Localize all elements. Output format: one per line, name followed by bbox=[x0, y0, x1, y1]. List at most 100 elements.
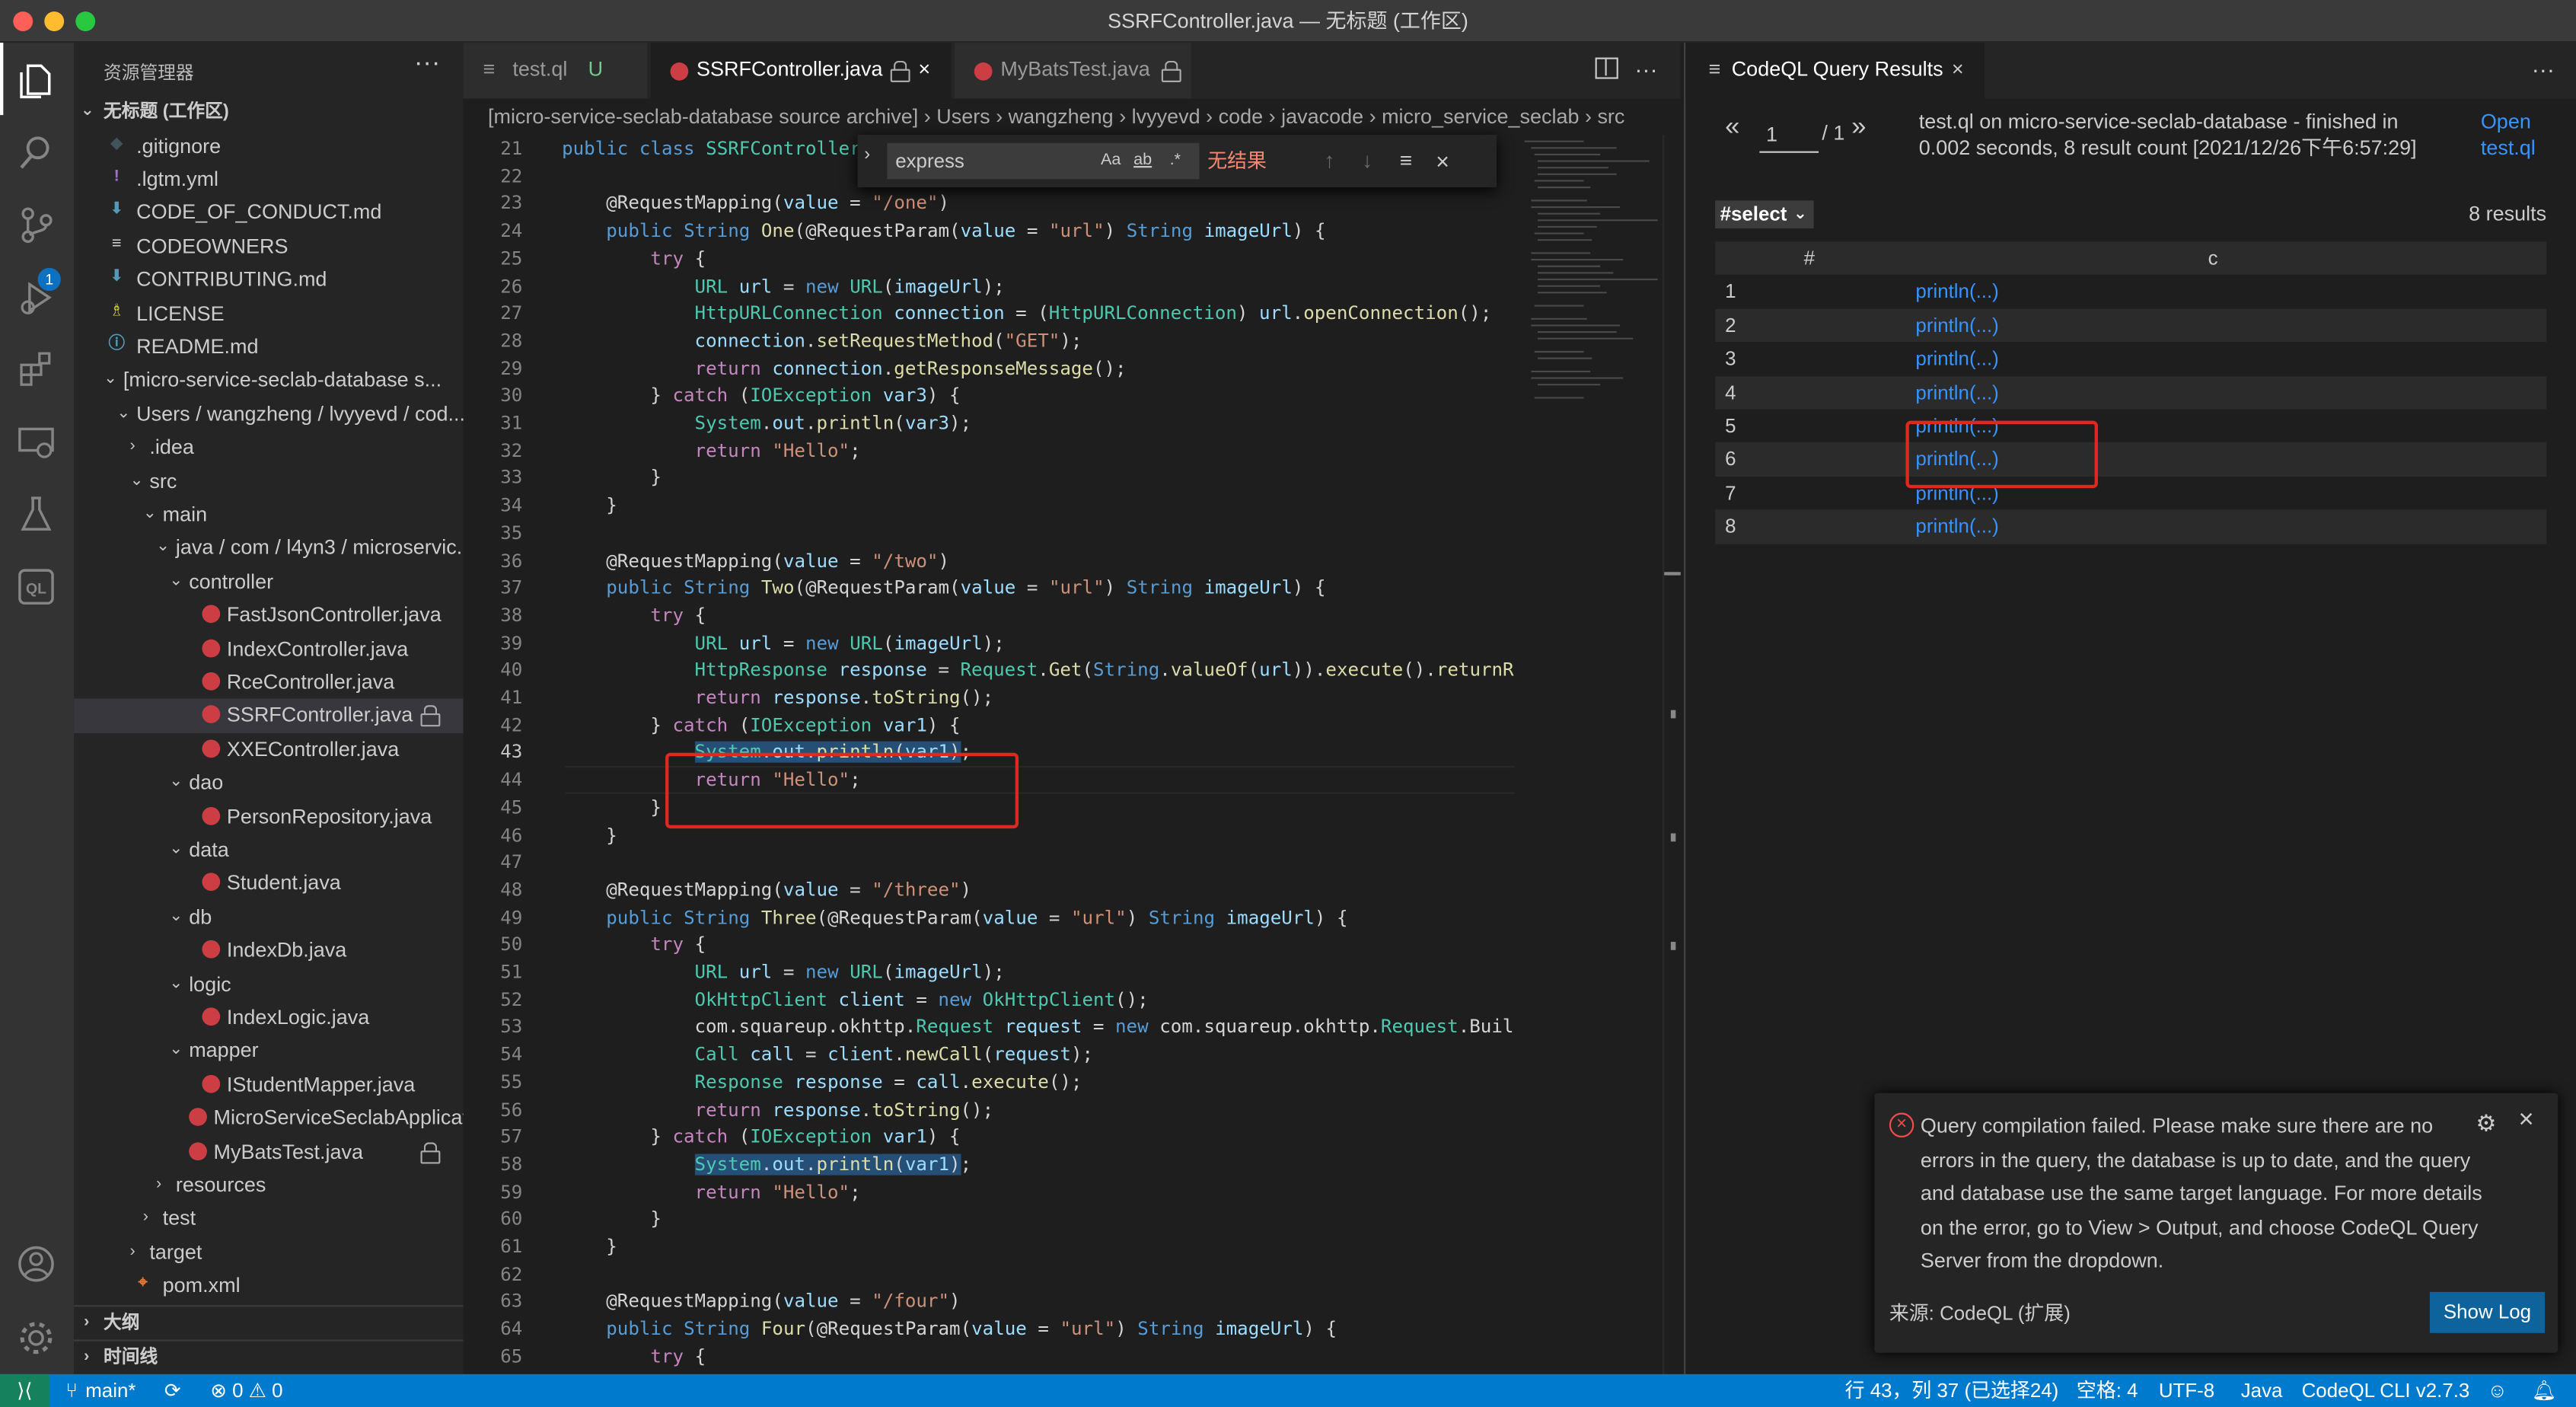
code-line[interactable]: } catch (IOException var1) { bbox=[562, 1125, 960, 1152]
code-line[interactable]: System.out.println(var1); bbox=[562, 1152, 971, 1179]
tree-item[interactable]: ⓘ README.md bbox=[74, 330, 463, 364]
code-line[interactable]: } bbox=[562, 795, 662, 822]
tree-item[interactable]: › target bbox=[74, 1236, 463, 1269]
next-match-icon[interactable]: ↓ bbox=[1362, 135, 1372, 187]
code-line[interactable]: public String One(@RequestParam(value = … bbox=[562, 219, 1325, 246]
code-line[interactable]: connection.setRequestMethod("GET"); bbox=[562, 329, 1082, 356]
more-actions-icon[interactable]: ··· bbox=[1634, 43, 1657, 95]
code-line[interactable]: return response.toString(); bbox=[562, 1097, 994, 1125]
code-line[interactable]: } bbox=[562, 493, 617, 521]
outline-section[interactable]: › 大纲 bbox=[74, 1305, 464, 1339]
code-line[interactable]: } bbox=[562, 1207, 662, 1234]
tree-item[interactable]: MyBatsTest.java bbox=[74, 1135, 463, 1169]
feedback-icon[interactable]: ☺ bbox=[2487, 1374, 2507, 1407]
code-line[interactable]: HttpURLConnection connection = (HttpURLC… bbox=[562, 301, 1492, 328]
tree-item[interactable]: ! .lgtm.yml bbox=[74, 162, 463, 196]
branch-name[interactable]: main* bbox=[85, 1374, 135, 1407]
code-line[interactable]: public String Three(@RequestParam(value … bbox=[562, 905, 1347, 933]
regex-toggle[interactable]: .* bbox=[1170, 143, 1181, 179]
encoding[interactable]: UTF-8 bbox=[2159, 1374, 2214, 1407]
cursor-position[interactable]: 行 43，列 37 (已选择24) bbox=[1845, 1374, 2059, 1407]
notification-settings-icon[interactable]: ⚙ bbox=[2476, 1109, 2496, 1137]
timeline-section[interactable]: › 时间线 bbox=[74, 1339, 464, 1374]
search-icon[interactable] bbox=[14, 132, 57, 174]
code-line[interactable]: } bbox=[562, 1234, 617, 1262]
result-link[interactable]: println(...) bbox=[1915, 275, 1998, 308]
tree-item[interactable]: XXEController.java bbox=[74, 732, 463, 766]
code-line[interactable]: try { bbox=[562, 1345, 706, 1372]
explorer-icon[interactable] bbox=[14, 59, 57, 102]
code-line[interactable]: System.out.println(var3); bbox=[562, 411, 972, 439]
tab-ssrfcontroller[interactable]: SSRFController.java × bbox=[650, 43, 953, 99]
code-line[interactable]: public class SSRFController { bbox=[562, 136, 883, 164]
code-line[interactable]: URL url = new URL(imageUrl); bbox=[562, 960, 1005, 987]
code-line[interactable]: @RequestMapping(value = "/three") bbox=[562, 878, 971, 905]
code-line[interactable]: return response.toString(); bbox=[562, 685, 994, 713]
split-editor-icon[interactable] bbox=[1595, 57, 1618, 79]
breadcrumb-item[interactable]: Users bbox=[936, 105, 990, 128]
tree-item[interactable]: Student.java bbox=[74, 866, 463, 900]
code-line[interactable]: com.squareup.okhttp.Request request = ne… bbox=[562, 1015, 1513, 1042]
tree-item[interactable]: FastJsonController.java bbox=[74, 598, 463, 632]
source-control-icon[interactable] bbox=[14, 204, 57, 247]
close-notification-icon[interactable]: × bbox=[2518, 1106, 2533, 1136]
breadcrumb-item[interactable]: [micro-service-seclab-database source ar… bbox=[488, 105, 918, 128]
code-line[interactable]: } catch (IOException var3) { bbox=[562, 384, 960, 411]
code-line[interactable]: HttpResponse response = Request.Get(Stri… bbox=[562, 658, 1515, 685]
tab-codeql-results[interactable]: ≡ CodeQL Query Results × bbox=[1685, 43, 1985, 99]
account-icon[interactable] bbox=[14, 1243, 57, 1285]
tree-item[interactable]: ⌄ java / com / l4yn3 / microservic... bbox=[74, 531, 464, 565]
tree-item[interactable]: ⌖ pom.xml bbox=[74, 1269, 463, 1303]
result-link[interactable]: println(...) bbox=[1915, 510, 1998, 543]
find-in-selection-icon[interactable]: ≡ bbox=[1400, 135, 1412, 187]
vertical-scrollbar[interactable] bbox=[1663, 135, 1681, 1374]
code-line[interactable]: try { bbox=[562, 603, 706, 630]
code-line[interactable]: public String Four(@RequestParam(value =… bbox=[562, 1316, 1337, 1344]
code-line[interactable]: Call call = client.newCall(request); bbox=[562, 1042, 1094, 1070]
breadcrumb-item[interactable]: javacode bbox=[1281, 105, 1363, 128]
tree-item[interactable]: ⌄ [micro-service-seclab-database s... bbox=[74, 364, 463, 397]
tree-item[interactable]: IndexController.java bbox=[74, 632, 463, 665]
more-actions-icon[interactable]: ··· bbox=[2532, 43, 2555, 95]
code-line[interactable]: } bbox=[562, 823, 617, 850]
breadcrumb-item[interactable]: micro_service_seclab bbox=[1382, 105, 1579, 128]
code-line[interactable]: return connection.getResponseMessage(); bbox=[562, 356, 1127, 384]
minimap[interactable] bbox=[1514, 135, 1663, 1374]
tab-mybatstest[interactable]: MyBatsTest.java bbox=[954, 43, 1193, 99]
code-line[interactable]: } catch (IOException var1) { bbox=[562, 713, 960, 740]
code-line[interactable]: return "Hello"; bbox=[562, 439, 861, 466]
notifications-bell-icon[interactable]: 🔔︎ bbox=[2532, 1374, 2557, 1407]
tree-item[interactable]: ⌄ Users / wangzheng / lvyyevd / cod... bbox=[74, 397, 463, 431]
code-line[interactable]: return "Hello"; bbox=[562, 1179, 861, 1207]
tree-item[interactable]: PersonRepository.java bbox=[74, 799, 463, 833]
toggle-replace-icon[interactable]: › bbox=[864, 145, 870, 164]
indentation[interactable]: 空格: 4 bbox=[2077, 1374, 2138, 1407]
code-line[interactable]: @RequestMapping(value = "/one") bbox=[562, 191, 949, 219]
tree-item[interactable]: ⌄ src bbox=[74, 464, 463, 498]
open-query-link[interactable]: Open test.ql bbox=[2481, 108, 2546, 161]
tree-item[interactable]: ⌄ controller bbox=[74, 565, 463, 598]
code-line[interactable]: @RequestMapping(value = "/four") bbox=[562, 1289, 960, 1316]
testing-icon[interactable] bbox=[14, 493, 57, 536]
remote-indicator-icon[interactable]: ⟩⟨ bbox=[0, 1374, 49, 1407]
previous-page-icon[interactable]: « bbox=[1725, 113, 1739, 143]
language-mode[interactable]: Java bbox=[2241, 1374, 2283, 1407]
sync-icon[interactable]: ⟳ bbox=[164, 1374, 181, 1407]
result-link[interactable]: println(...) bbox=[1915, 342, 1998, 375]
result-set-select[interactable]: #select ⌄ bbox=[1715, 200, 1814, 229]
find-input[interactable]: express Aa ab .* bbox=[887, 142, 1200, 180]
tree-item[interactable]: SSRFController.java bbox=[74, 699, 464, 733]
code-line[interactable]: URL url = new URL(imageUrl); bbox=[562, 630, 1005, 658]
extensions-icon[interactable] bbox=[14, 349, 57, 391]
more-actions-icon[interactable]: ··· bbox=[414, 49, 440, 79]
code-line[interactable]: try { bbox=[562, 246, 706, 273]
problems-indicator[interactable]: ⊗ 0 ⚠ 0 bbox=[210, 1374, 282, 1407]
code-line[interactable]: Response response = call.execute(); bbox=[562, 1070, 1082, 1097]
tree-item[interactable]: ⌄ data bbox=[74, 833, 463, 866]
tree-item[interactable]: IndexLogic.java bbox=[74, 1001, 463, 1035]
breadcrumb-item[interactable]: wangzheng bbox=[1009, 105, 1114, 128]
codeql-icon[interactable]: QL bbox=[14, 566, 57, 608]
result-link[interactable]: println(...) bbox=[1915, 308, 1998, 341]
code-line[interactable]: public String Two(@RequestParam(value = … bbox=[562, 576, 1325, 603]
tree-item[interactable]: ⌄ dao bbox=[74, 766, 463, 799]
